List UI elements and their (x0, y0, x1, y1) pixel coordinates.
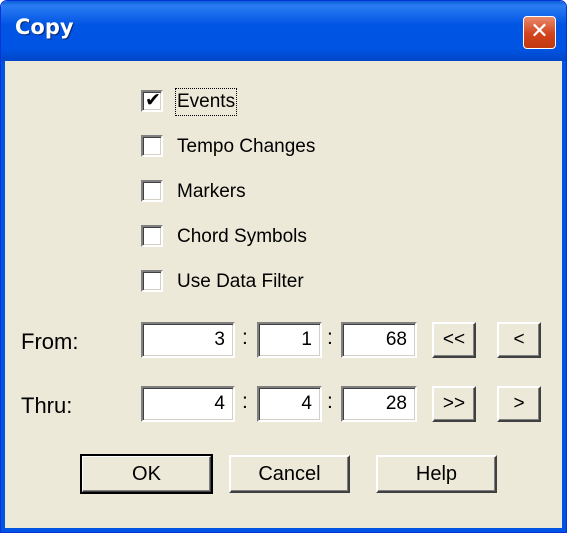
from-bar-field[interactable]: 3 (141, 322, 235, 358)
checkbox-box[interactable] (141, 180, 163, 202)
thru-bar-field[interactable]: 4 (141, 386, 235, 422)
from-step-back-button[interactable]: < (497, 322, 541, 358)
window-frame-left (1, 61, 5, 532)
help-button[interactable]: Help (376, 455, 497, 493)
checkbox-box[interactable]: ✔ (141, 89, 163, 112)
checkbox-box[interactable] (141, 225, 163, 247)
markers-label[interactable]: Markers (177, 180, 246, 204)
ok-button[interactable]: OK (80, 454, 213, 494)
copy-dialog: Copy ✕ ✔ Events Tempo Changes Markers Ch… (0, 0, 567, 533)
use-data-filter-label[interactable]: Use Data Filter (177, 270, 304, 294)
checkbox-box[interactable] (141, 270, 163, 292)
dialog-title: Copy (15, 15, 74, 39)
from-label: From: (21, 329, 79, 354)
title-bar[interactable]: Copy ✕ (1, 1, 566, 61)
from-tick-field[interactable]: 68 (341, 322, 417, 358)
from-beat-field[interactable]: 1 (257, 322, 322, 358)
tempo-changes-label[interactable]: Tempo Changes (177, 135, 315, 159)
from-rewind-button[interactable]: << (432, 322, 476, 358)
thru-step-forward-button[interactable]: > (497, 386, 541, 422)
window-frame-right (562, 61, 566, 532)
from-separator-2: : (327, 326, 333, 349)
events-label[interactable]: Events (174, 88, 238, 116)
close-icon: ✕ (530, 19, 549, 44)
thru-separator-2: : (327, 390, 333, 413)
cancel-button[interactable]: Cancel (229, 455, 350, 493)
checkbox-box[interactable] (141, 135, 163, 157)
thru-beat-field[interactable]: 4 (257, 386, 322, 422)
checkmark-icon: ✔ (145, 89, 161, 111)
close-button[interactable]: ✕ (523, 16, 556, 49)
thru-label: Thru: (21, 393, 73, 418)
thru-separator-1: : (242, 390, 248, 413)
thru-tick-field[interactable]: 28 (341, 386, 417, 422)
chord-symbols-label[interactable]: Chord Symbols (177, 225, 307, 249)
window-frame-bottom (1, 528, 566, 532)
thru-fast-forward-button[interactable]: >> (432, 386, 476, 422)
from-separator-1: : (242, 326, 248, 349)
